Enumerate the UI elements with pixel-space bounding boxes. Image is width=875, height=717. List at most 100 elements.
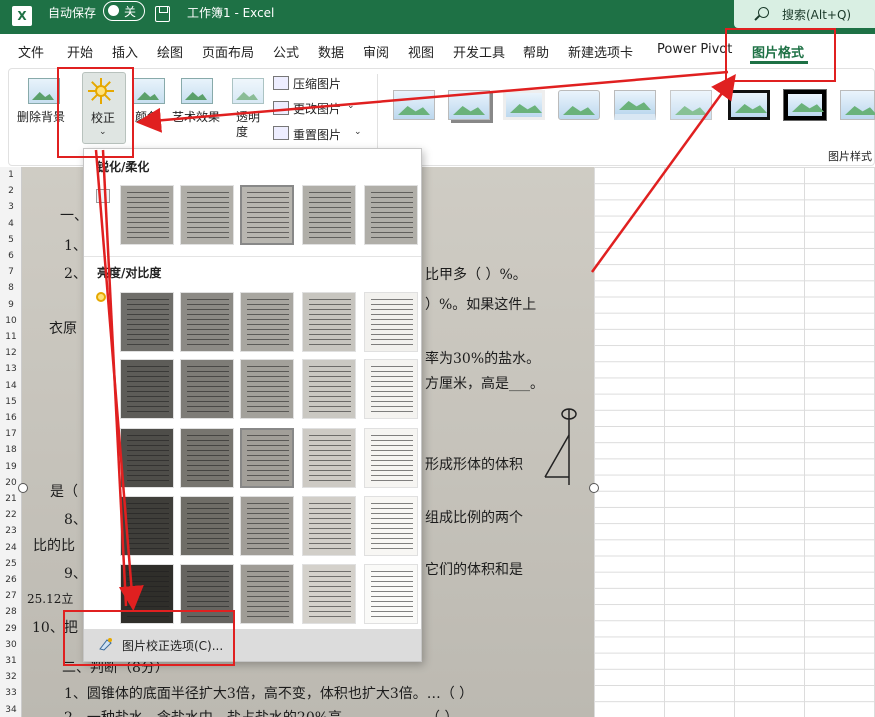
row-header[interactable]: 7 [0,267,22,277]
tab-formulas[interactable]: 公式 [273,42,299,61]
sharpen-thumbnail[interactable] [120,185,174,245]
change-picture-button[interactable]: 更改图片 [293,100,341,117]
row-header[interactable]: 12 [0,348,22,358]
thumbnail-preview [309,192,351,240]
row-header[interactable]: 4 [0,219,22,229]
tab-home[interactable]: 开始 [67,42,93,61]
brightness-thumbnail[interactable] [364,292,418,352]
sharpen-thumbnail[interactable] [180,185,234,245]
brightness-thumbnail[interactable] [302,292,356,352]
tab-power-pivot[interactable]: Power Pivot [657,42,732,57]
tab-developer[interactable]: 开发工具 [453,42,505,61]
tab-draw[interactable]: 绘图 [157,42,183,61]
row-header[interactable]: 29 [0,624,22,634]
brightness-thumbnail[interactable] [180,359,234,419]
row-header[interactable]: 16 [0,413,22,423]
tab-page-layout[interactable]: 页面布局 [202,42,254,61]
picture-style-7[interactable] [728,90,770,120]
brightness-thumbnail[interactable] [240,564,294,624]
reset-picture-button[interactable]: 重置图片 [293,126,341,143]
brightness-thumbnail[interactable] [120,428,174,488]
picture-style-5[interactable] [614,90,656,120]
row-header[interactable]: 19 [0,462,22,472]
thumbnail-preview [371,366,413,414]
picture-style-2[interactable] [448,90,490,120]
corrections-dropdown: 锐化/柔化 亮度/对比度 图片校正选项(C)... [83,148,422,662]
row-header[interactable]: 23 [0,526,22,536]
row-header[interactable]: 22 [0,510,22,520]
brightness-thumbnail[interactable] [364,564,418,624]
row-header[interactable]: 8 [0,283,22,293]
row-header[interactable]: 11 [0,332,22,342]
brightness-thumbnail[interactable] [302,359,356,419]
sharpen-thumbnail[interactable] [364,185,418,245]
row-header[interactable]: 33 [0,688,22,698]
brightness-thumbnail[interactable] [240,428,294,488]
picture-style-6[interactable] [670,90,712,120]
sharpen-thumbnail[interactable] [302,185,356,245]
compress-pictures-button[interactable]: 压缩图片 [293,75,341,92]
worksheet-grid[interactable] [594,167,875,717]
brightness-thumbnail[interactable] [240,496,294,556]
picture-style-3[interactable] [503,90,545,120]
sharpen-thumbnail[interactable] [240,185,294,245]
row-header[interactable]: 13 [0,364,22,374]
save-icon[interactable] [155,6,170,22]
tab-review[interactable]: 审阅 [363,42,389,61]
picture-style-4[interactable] [558,90,600,120]
artistic-effects-button[interactable]: 艺术效果 [172,108,220,125]
tab-new-tab[interactable]: 新建选项卡 [568,42,633,61]
brightness-thumbnail[interactable] [302,564,356,624]
brightness-thumbnail[interactable] [180,292,234,352]
picture-style-1[interactable] [393,90,435,120]
row-header[interactable]: 6 [0,251,22,261]
brightness-thumbnail[interactable] [180,496,234,556]
search-box[interactable]: 搜索(Alt+Q) [734,0,875,28]
color-button[interactable]: 颜色 [135,108,159,125]
autosave-state: 关 [124,5,137,19]
picture-resize-handle[interactable] [589,483,599,493]
row-header[interactable]: 26 [0,575,22,585]
row-header[interactable]: 32 [0,672,22,682]
row-header[interactable]: 34 [0,705,22,715]
picture-resize-handle[interactable] [18,483,28,493]
row-header[interactable]: 2 [0,186,22,196]
brightness-thumbnail[interactable] [180,428,234,488]
brightness-thumbnail[interactable] [364,496,418,556]
picture-style-9[interactable] [840,90,875,120]
row-header[interactable]: 1 [0,170,22,180]
row-header[interactable]: 5 [0,235,22,245]
tab-view[interactable]: 视图 [408,42,434,61]
row-header[interactable]: 28 [0,607,22,617]
change-picture-icon [273,101,289,115]
row-header[interactable]: 18 [0,445,22,455]
thumbnail-preview [127,366,169,414]
tab-data[interactable]: 数据 [318,42,344,61]
brightness-thumbnail[interactable] [302,496,356,556]
tab-file[interactable]: 文件 [18,42,44,61]
tab-help[interactable]: 帮助 [523,42,549,61]
row-header[interactable]: 31 [0,656,22,666]
row-header[interactable]: 9 [0,300,22,310]
row-header[interactable]: 21 [0,494,22,504]
picture-style-8[interactable] [783,89,827,121]
row-header[interactable]: 3 [0,202,22,212]
row-header[interactable]: 30 [0,640,22,650]
row-header[interactable]: 25 [0,559,22,569]
autosave-toggle[interactable]: 关 [103,1,145,21]
brightness-thumbnail[interactable] [302,428,356,488]
row-header[interactable]: 17 [0,429,22,439]
brightness-thumbnail[interactable] [364,359,418,419]
row-header[interactable]: 15 [0,397,22,407]
row-header[interactable]: 27 [0,591,22,601]
brightness-thumbnail[interactable] [364,428,418,488]
brightness-thumbnail[interactable] [240,292,294,352]
tab-insert[interactable]: 插入 [112,42,138,61]
brightness-thumbnail[interactable] [120,359,174,419]
row-header[interactable]: 14 [0,381,22,391]
brightness-thumbnail[interactable] [240,359,294,419]
brightness-thumbnail[interactable] [120,496,174,556]
row-header[interactable]: 10 [0,316,22,326]
row-header[interactable]: 24 [0,543,22,553]
brightness-thumbnail[interactable] [120,292,174,352]
